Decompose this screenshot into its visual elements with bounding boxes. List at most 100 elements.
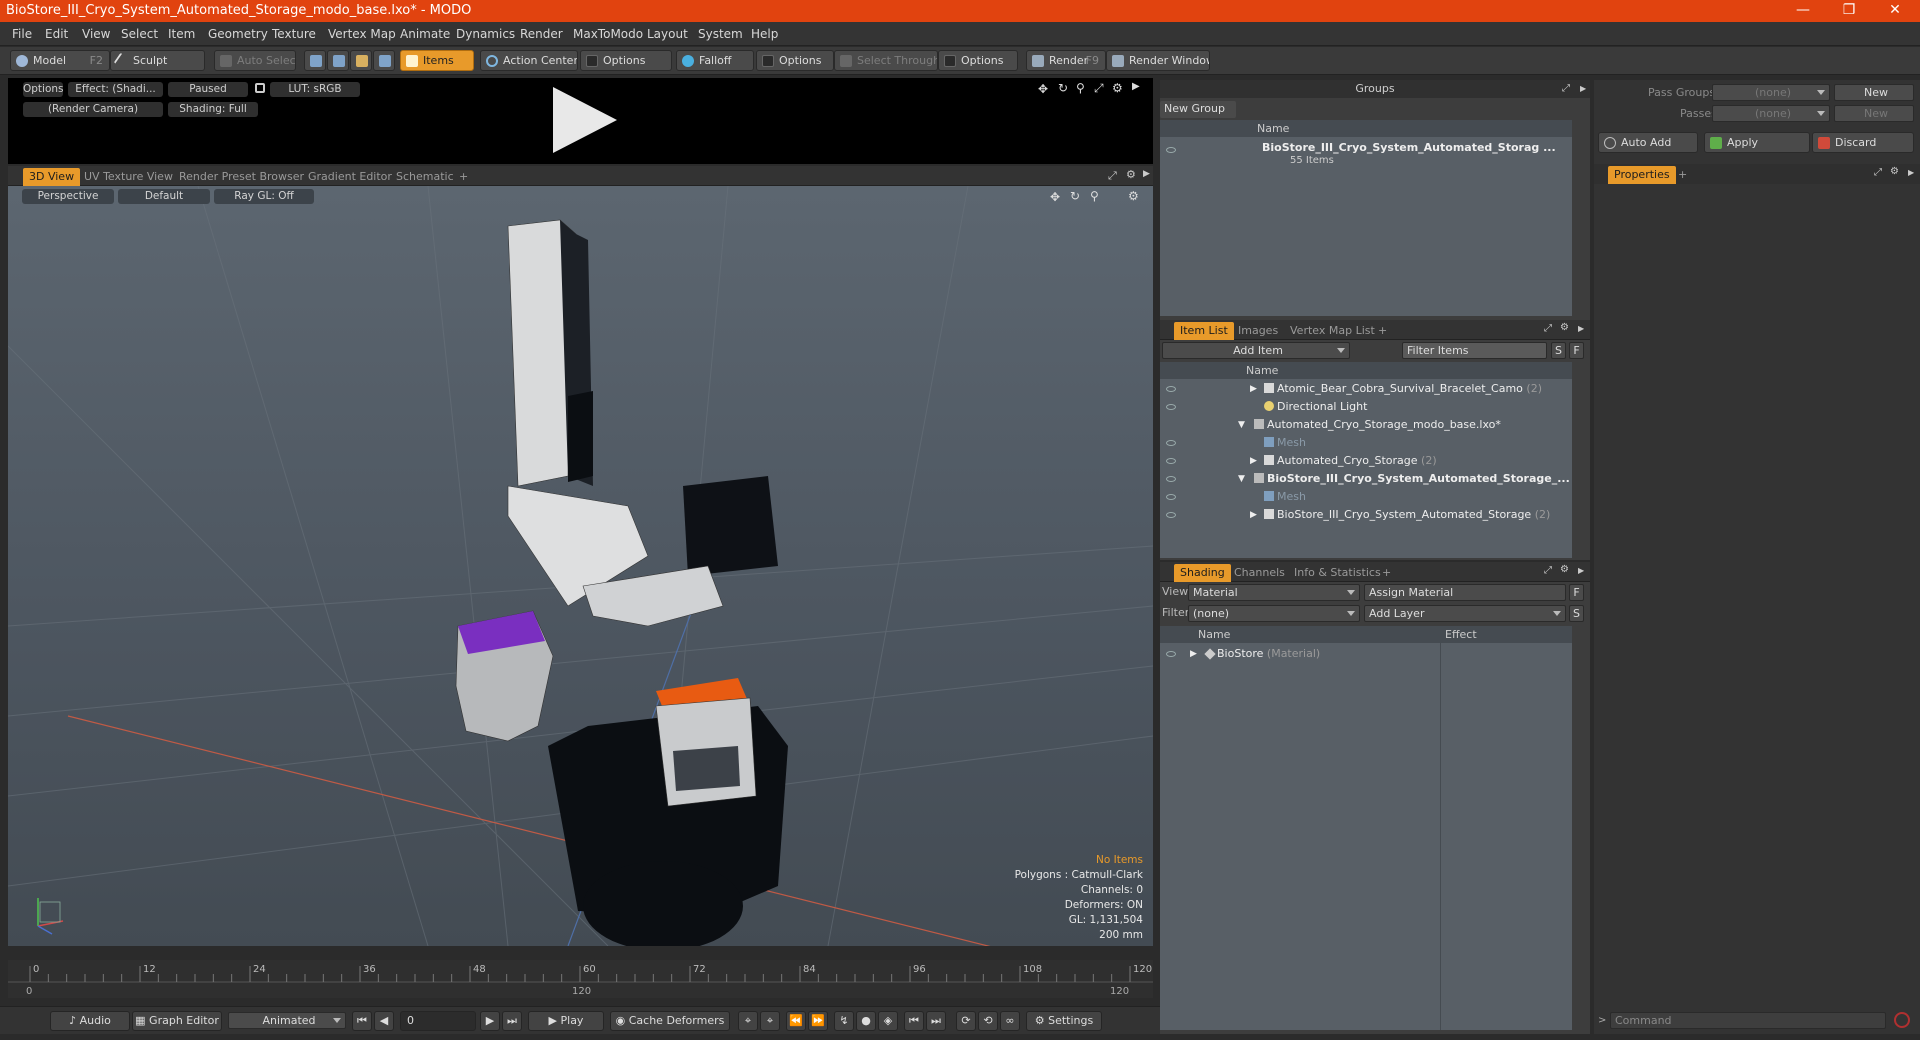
- lut-dropdown[interactable]: LUT: sRGB: [270, 82, 360, 97]
- camera-dropdown[interactable]: (Render Camera): [23, 102, 163, 117]
- groups-maximize-icon[interactable]: ⤢: [1562, 83, 1570, 94]
- model-button[interactable]: Model F2: [10, 50, 110, 71]
- itemlist-arrow-icon[interactable]: ▶: [1578, 324, 1584, 333]
- maximize-panel-icon[interactable]: ⤢: [1108, 169, 1117, 183]
- 3d-viewport[interactable]: Perspective Default Ray GL: Off ✥ ↻ ⚲ ⚙ …: [8, 186, 1153, 946]
- f-button[interactable]: F: [1569, 342, 1584, 359]
- record-button[interactable]: ●: [856, 1011, 876, 1031]
- play-icon[interactable]: [553, 87, 617, 153]
- shading-gear-icon[interactable]: ⚙: [1560, 564, 1569, 575]
- visibility-eye-icon[interactable]: [1166, 147, 1176, 153]
- properties-arrow-icon[interactable]: ▶: [1908, 168, 1914, 177]
- rotate-view-icon[interactable]: ↻: [1058, 81, 1068, 95]
- menu-layout[interactable]: Layout: [647, 27, 688, 41]
- default-dropdown[interactable]: Default: [118, 189, 210, 204]
- f-button[interactable]: F: [1569, 584, 1584, 601]
- itemlist-gear-icon[interactable]: ⚙: [1560, 322, 1569, 333]
- menu-edit[interactable]: Edit: [45, 27, 68, 41]
- select-through-options-button[interactable]: Options: [938, 50, 1018, 71]
- visibility-eye-icon[interactable]: [1166, 494, 1176, 500]
- tab-schematic[interactable]: Schematic: [390, 168, 460, 186]
- effect-dropdown[interactable]: Effect: (Shadi...: [68, 82, 163, 97]
- menu-help[interactable]: Help: [751, 27, 778, 41]
- discard-button[interactable]: Discard: [1812, 132, 1914, 153]
- tab-vertex-map-list[interactable]: Vertex Map List: [1284, 322, 1381, 340]
- select-materials-button[interactable]: [373, 50, 395, 71]
- properties-maximize-icon[interactable]: ⤢: [1874, 167, 1882, 178]
- list-item[interactable]: ▼ BioStore_III_Cryo_System_Automated_Sto…: [1160, 470, 1572, 488]
- key-tool-button[interactable]: ⌖: [738, 1011, 758, 1031]
- minimize-button[interactable]: —: [1780, 0, 1826, 22]
- audio-button[interactable]: ♪ Audio: [50, 1011, 130, 1031]
- loop-button[interactable]: ⟳: [956, 1011, 976, 1031]
- prev-marker-button[interactable]: ⏮: [904, 1011, 924, 1031]
- add-tab-button[interactable]: +: [453, 168, 474, 186]
- menu-view[interactable]: View: [82, 27, 110, 41]
- items-mode-button[interactable]: Items: [400, 50, 474, 71]
- command-input[interactable]: Command: [1610, 1012, 1886, 1029]
- add-tab-button[interactable]: +: [1672, 166, 1693, 184]
- tab-render-preset-browser[interactable]: Render Preset Browser: [173, 168, 310, 186]
- pass-groups-dropdown[interactable]: (none): [1712, 84, 1830, 101]
- list-item[interactable]: ▶ BioStore_III_Cryo_System_Automated_Sto…: [1160, 506, 1572, 524]
- select-through-button[interactable]: Select Through: [834, 50, 938, 71]
- menu-render[interactable]: Render: [520, 27, 563, 41]
- tab-3d-view[interactable]: 3D View: [23, 168, 81, 186]
- prev-key-button[interactable]: ⏪: [786, 1011, 806, 1031]
- visibility-eye-icon[interactable]: [1166, 651, 1176, 657]
- zoom-view-icon[interactable]: ⚲: [1076, 81, 1085, 95]
- itemlist-maximize-icon[interactable]: ⤢: [1544, 323, 1552, 334]
- filter-dropdown[interactable]: (none): [1188, 605, 1360, 622]
- tab-properties[interactable]: Properties: [1608, 166, 1676, 184]
- expand-icon[interactable]: ▶: [1250, 452, 1257, 470]
- frame-input[interactable]: 0: [400, 1011, 476, 1031]
- select-vertices-button[interactable]: [304, 50, 326, 71]
- link-button[interactable]: ∞: [1000, 1011, 1020, 1031]
- render-button[interactable]: Render F9: [1026, 50, 1106, 71]
- action-center-button[interactable]: Action Center: [480, 50, 578, 71]
- go-to-start-button[interactable]: ⏮: [352, 1011, 372, 1031]
- visibility-eye-icon[interactable]: [1166, 440, 1176, 446]
- action-center-options-button[interactable]: Options: [580, 50, 672, 71]
- add-tab-button[interactable]: +: [1372, 322, 1393, 340]
- expand-arrow-icon[interactable]: ▶: [1132, 81, 1140, 92]
- collapse-icon[interactable]: ▼: [1238, 416, 1245, 434]
- panel-gear-icon[interactable]: ⚙: [1126, 168, 1136, 181]
- menu-animate[interactable]: Animate: [400, 27, 450, 41]
- key-tool2-button[interactable]: ⌖: [760, 1011, 780, 1031]
- s-button[interactable]: S: [1551, 342, 1566, 359]
- select-edges-button[interactable]: [327, 50, 349, 71]
- tab-images[interactable]: Images: [1232, 322, 1284, 340]
- expand-icon[interactable]: ▶: [1190, 645, 1197, 663]
- maximize-view-icon[interactable]: ⤢: [1094, 81, 1104, 96]
- visibility-eye-icon[interactable]: [1166, 476, 1176, 482]
- falloff-options-button[interactable]: Options: [756, 50, 834, 71]
- menu-vertex-map[interactable]: Vertex Map: [328, 27, 396, 41]
- loop2-button[interactable]: ⟲: [978, 1011, 998, 1031]
- new-pass-button[interactable]: New: [1834, 105, 1914, 122]
- next-marker-button[interactable]: ⏭: [926, 1011, 946, 1031]
- preview-options-button[interactable]: Options: [23, 82, 63, 97]
- filter-items-input[interactable]: Filter Items: [1402, 342, 1547, 359]
- menu-item[interactable]: Item: [168, 27, 195, 41]
- menu-texture[interactable]: Texture: [272, 27, 316, 41]
- orbit-view-icon[interactable]: ↻: [1070, 189, 1080, 203]
- view-dropdown[interactable]: Material: [1188, 584, 1360, 601]
- key-all-button[interactable]: ◈: [878, 1011, 898, 1031]
- pan-view-icon[interactable]: ✥: [1050, 190, 1060, 204]
- go-to-end-button[interactable]: ⏭: [502, 1011, 522, 1031]
- tab-gradient-editor[interactable]: Gradient Editor: [302, 168, 398, 186]
- zoom-icon[interactable]: ⚲: [1090, 189, 1099, 203]
- passes-dropdown[interactable]: (none): [1712, 105, 1830, 122]
- move-view-icon[interactable]: ✥: [1038, 82, 1048, 96]
- list-item[interactable]: Directional Light: [1160, 398, 1572, 416]
- perspective-dropdown[interactable]: Perspective: [22, 189, 114, 204]
- shading-dropdown[interactable]: Shading: Full: [168, 102, 258, 117]
- render-window-button[interactable]: Render Window: [1106, 50, 1210, 71]
- visibility-eye-icon[interactable]: [1166, 404, 1176, 410]
- groups-arrow-icon[interactable]: ▶: [1580, 84, 1586, 93]
- list-item[interactable]: ▼ Automated_Cryo_Storage_modo_base.lxo*: [1160, 416, 1572, 434]
- auto-key-button[interactable]: ↯: [834, 1011, 854, 1031]
- maximize-button[interactable]: ❐: [1826, 0, 1872, 22]
- s-button[interactable]: S: [1569, 605, 1584, 622]
